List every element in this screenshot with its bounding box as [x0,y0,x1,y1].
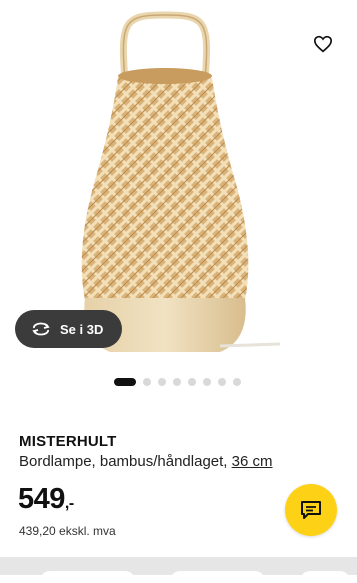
preview-card[interactable] [170,571,265,583]
gallery-dot[interactable] [188,378,196,386]
favorite-button[interactable] [309,30,337,58]
product-image-gallery[interactable]: Se i 3D [0,0,357,370]
heart-outline-icon [313,35,333,53]
gallery-dot[interactable] [173,378,181,386]
gallery-pagination [114,378,241,386]
product-name: MISTERHULT [19,433,117,450]
price-suffix: ,- [64,495,74,512]
chat-bubble-icon [301,501,321,519]
gallery-dot[interactable] [143,378,151,386]
product-description: Bordlampe, bambus/håndlaget, 36 cm [19,453,273,470]
price-ex-vat: 439,20 ekskl. mva [19,524,116,538]
gallery-dot[interactable] [158,378,166,386]
product-price: 549,- [18,483,74,516]
gallery-dot[interactable] [218,378,226,386]
rotate-3d-icon [31,322,51,336]
product-size-link[interactable]: 36 cm [232,453,273,470]
price-main: 549 [18,483,65,515]
gallery-dot[interactable] [114,378,136,386]
preview-card[interactable] [300,571,350,583]
product-type: Bordlampe, bambus/håndlaget, [19,453,232,470]
gallery-dot[interactable] [203,378,211,386]
next-section-preview [0,557,357,583]
chat-button[interactable] [285,484,337,536]
product-image [81,11,281,352]
view-in-3d-label: Se i 3D [60,321,104,337]
gallery-dot[interactable] [233,378,241,386]
preview-card[interactable] [40,571,135,583]
view-in-3d-button[interactable]: Se i 3D [15,310,122,348]
